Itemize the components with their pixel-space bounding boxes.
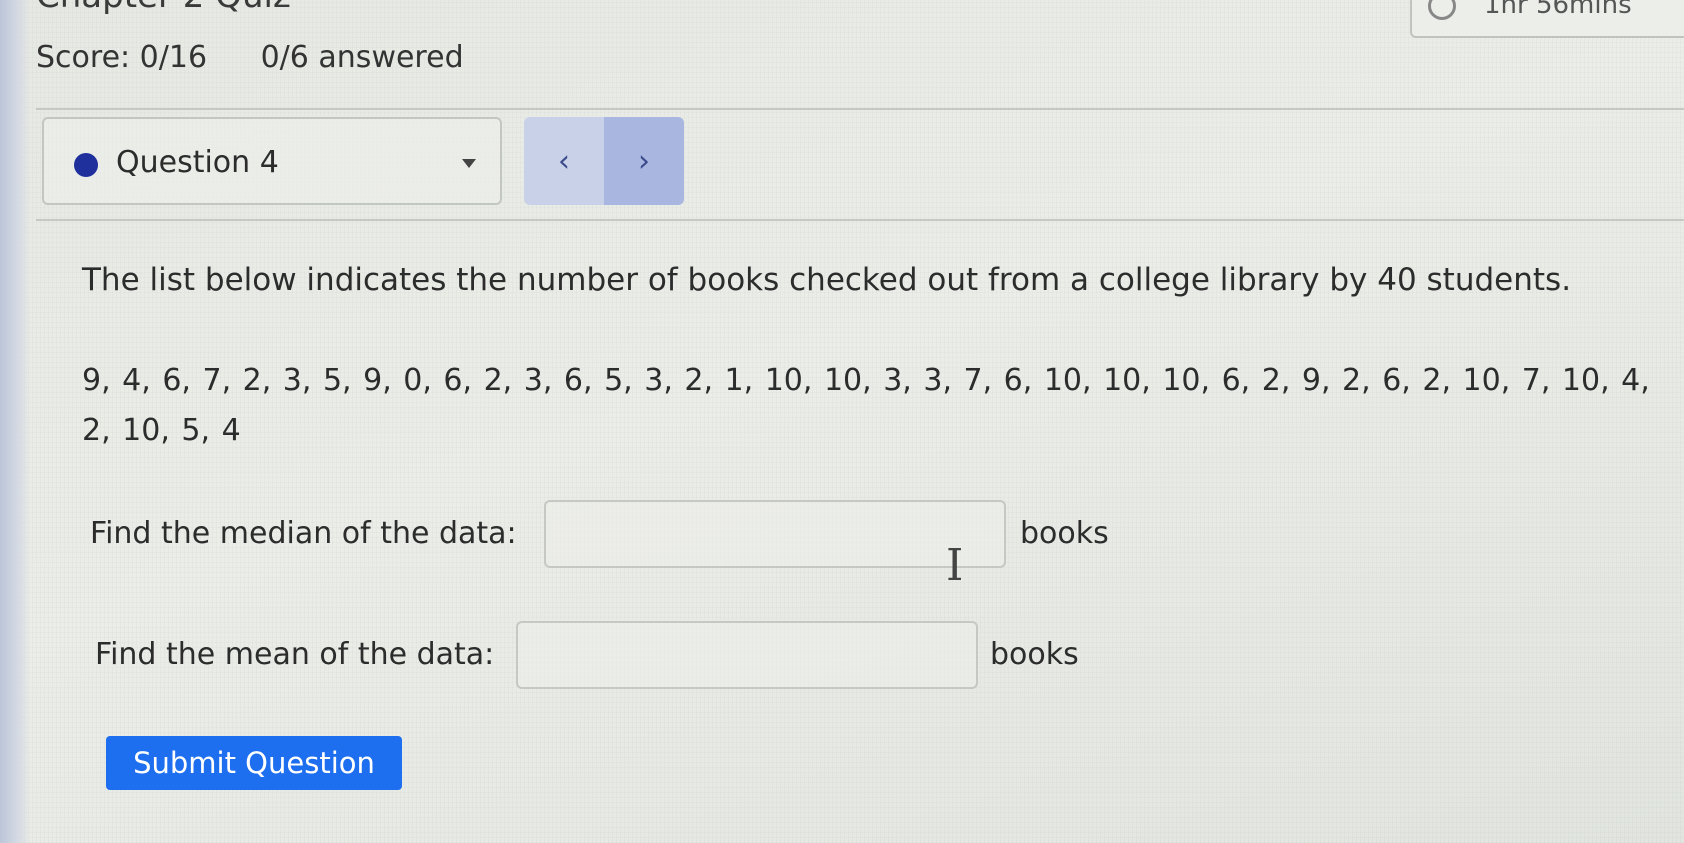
next-question-button[interactable]: › (604, 117, 684, 205)
previous-question-button[interactable]: ‹ (524, 117, 604, 205)
question-divider (36, 219, 1684, 221)
question-prompt: The list below indicates the number of b… (82, 262, 1572, 298)
quiz-page: Chapter 2 Quiz 1hr 56mins Score: 0/16 0/… (0, 0, 1684, 843)
data-values-list: 9, 4, 6, 7, 2, 3, 5, 9, 0, 6, 2, 3, 6, 5… (82, 363, 1650, 448)
mean-answer-row: Find the mean of the data: books (95, 621, 1195, 689)
score-text: Score: 0/16 (36, 40, 208, 75)
median-unit: books (1020, 516, 1109, 551)
score-line: Score: 0/16 0/6 answered (36, 40, 464, 75)
header-divider (36, 108, 1684, 110)
median-label: Find the median of the data: (90, 516, 517, 551)
submit-question-button[interactable]: Submit Question (106, 736, 402, 790)
quiz-title: Chapter 2 Quiz (36, 0, 291, 16)
mean-unit: books (990, 637, 1079, 672)
caret-down-icon (462, 159, 476, 168)
chevron-left-icon: ‹ (558, 143, 570, 179)
clock-icon (1428, 0, 1456, 20)
answered-count: 0/6 answered (260, 40, 464, 75)
question-dropdown[interactable]: Question 4 (42, 117, 502, 205)
chevron-right-icon: › (638, 143, 650, 179)
question-nav-buttons: ‹ › (524, 117, 684, 205)
question-status-dot (74, 153, 98, 177)
text-cursor-icon: I (946, 540, 964, 591)
mean-label: Find the mean of the data: (95, 637, 495, 672)
timer-text: 1hr 56mins (1484, 0, 1632, 20)
timer-box[interactable]: 1hr 56mins (1410, 0, 1684, 38)
median-answer-row: Find the median of the data: books (90, 500, 1190, 568)
mean-input[interactable] (516, 621, 978, 689)
window-edge (0, 0, 30, 843)
question-dropdown-label: Question 4 (116, 145, 279, 180)
median-input[interactable] (544, 500, 1006, 568)
